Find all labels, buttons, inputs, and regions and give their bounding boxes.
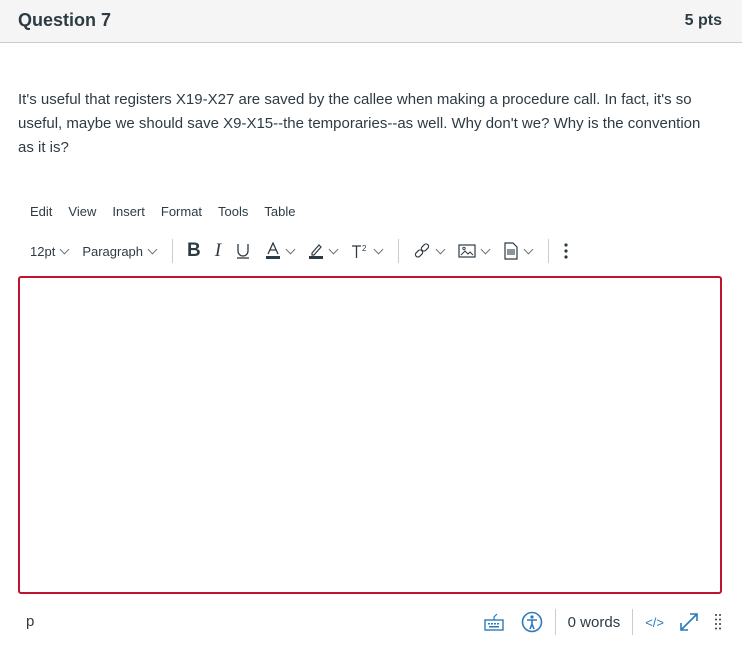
word-count[interactable]: 0 words [568,614,621,631]
more-icon [564,243,568,259]
bold-button[interactable]: B [187,240,201,262]
superscript-button[interactable]: 2 [351,242,384,260]
question-points: 5 pts [684,12,722,29]
chevron-down-icon [523,244,534,254]
highlight-button[interactable] [308,242,339,260]
question-text: It's useful that registers X19-X27 are s… [18,91,701,156]
svg-text:2: 2 [362,244,367,253]
menu-insert[interactable]: Insert [112,204,145,219]
text-color-button[interactable] [265,242,296,260]
font-size-dropdown[interactable]: 12pt [30,243,70,259]
resize-handle-icon[interactable] [714,612,722,632]
highlight-icon [309,244,324,259]
answer-editor[interactable] [18,276,722,594]
chevron-down-icon [285,244,296,254]
underline-button[interactable] [235,242,251,260]
link-icon [414,243,430,258]
toolbar-divider [398,239,400,263]
underline-icon [237,244,250,259]
chevron-down-icon [328,244,339,254]
image-icon [458,244,476,258]
block-format-value: Paragraph [82,243,144,259]
chevron-down-icon [435,244,446,254]
element-path[interactable]: p [26,613,34,630]
editor-statusbar: p 0 words </> [0,605,742,639]
html-editor-toggle[interactable]: </> [645,615,664,630]
keyboard-icon[interactable] [483,611,505,633]
question-header: Question 7 5 pts [0,0,742,43]
editor-menubar: Edit View Insert Format Tools Table [30,204,295,219]
more-button[interactable] [563,242,569,260]
document-button[interactable] [503,242,534,260]
document-icon [504,242,518,260]
chevron-down-icon [373,244,384,254]
image-button[interactable] [458,243,491,259]
statusbar-divider [632,609,634,635]
font-size-value: 12pt [30,243,56,259]
bold-icon: B [187,240,201,261]
toolbar-divider [172,239,174,263]
block-format-dropdown[interactable]: Paragraph [82,243,158,259]
italic-button[interactable]: I [215,240,221,262]
editor-toolbar: 12pt Paragraph B I 2 [30,238,583,264]
italic-icon: I [214,240,222,261]
chevron-down-icon [59,244,70,254]
toolbar-divider [548,239,550,263]
text-color-icon [266,242,281,259]
menu-tools[interactable]: Tools [218,204,248,219]
chevron-down-icon [480,244,491,254]
link-button[interactable] [413,242,446,260]
menu-edit[interactable]: Edit [30,204,52,219]
menu-table[interactable]: Table [264,204,295,219]
fullscreen-icon[interactable] [678,611,700,633]
statusbar-divider [554,609,556,635]
accessibility-icon[interactable] [521,611,543,633]
superscript-icon: 2 [352,244,367,258]
chevron-down-icon [147,244,158,254]
menu-view[interactable]: View [68,204,96,219]
question-title: Question 7 [18,10,112,30]
menu-format[interactable]: Format [161,204,202,219]
